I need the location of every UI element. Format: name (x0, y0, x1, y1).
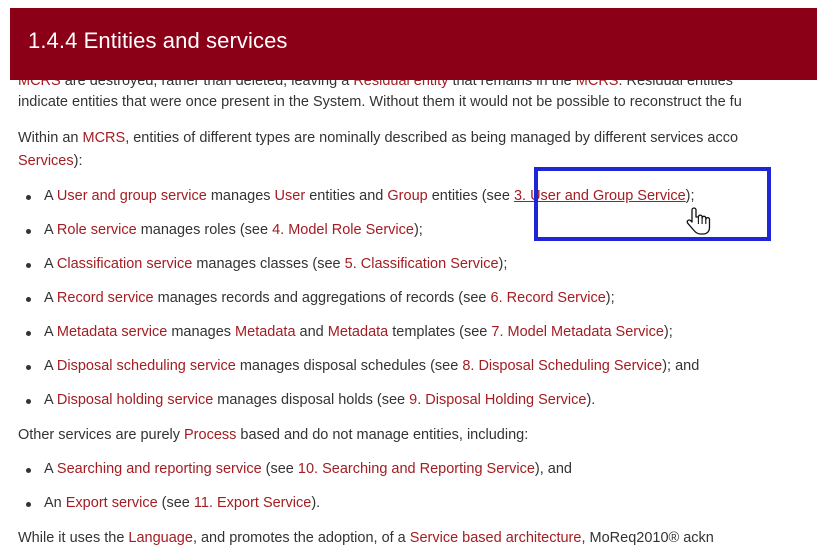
list-item: A Disposal holding service manages dispo… (25, 390, 596, 411)
text-run: (see (157, 495, 194, 511)
text-run: A (44, 324, 57, 340)
text-run: , MoReq2010® ackn (581, 530, 714, 546)
list-item: An Export service (see 11. Export Servic… (25, 493, 321, 514)
text-run: are destroyed, rather than deleted, leav… (60, 80, 354, 89)
text-link[interactable]: MCRS (18, 80, 61, 89)
text-run: Within an (18, 130, 83, 146)
list-item: A Disposal scheduling service manages di… (25, 356, 700, 377)
text-run: (see (261, 461, 298, 477)
text-run: ). (586, 392, 596, 408)
list-item: A Metadata service manages Metadata and … (26, 322, 673, 343)
list-item: A Record service manages records and agg… (26, 288, 615, 309)
paragraph-4: While it uses the Language, and promotes… (18, 528, 714, 546)
text-link[interactable]: Record service (57, 290, 154, 306)
hand-pointer-icon (686, 207, 711, 235)
paragraph-2-line-2: Services): (18, 151, 82, 172)
text-run: ); (663, 324, 673, 340)
text-run: that remains in the (448, 80, 576, 89)
text-link[interactable]: Metadata (328, 324, 388, 340)
text-run: manages (167, 324, 236, 340)
text-link[interactable]: Role service (57, 222, 137, 238)
text-run: entities and (305, 188, 388, 204)
text-link[interactable]: 11. Export Service (194, 495, 311, 511)
text-run: A (44, 290, 57, 306)
text-link[interactable]: Disposal holding service (57, 392, 213, 408)
text-link[interactable]: MCRS (576, 80, 619, 89)
text-run: An (44, 495, 66, 511)
paragraph-1-line-1: MCRS are destroyed, rather than deleted,… (18, 80, 733, 92)
text-run: ): (73, 153, 83, 169)
text-run: and (295, 324, 328, 340)
text-link[interactable]: MCRS (82, 130, 125, 146)
text-run: ); (498, 256, 508, 272)
text-link[interactable]: 8. Disposal Scheduling Service (462, 358, 662, 374)
list-item: A Classification service manages classes… (25, 254, 508, 275)
text-link[interactable]: Metadata (235, 324, 295, 340)
text-run: A (44, 461, 57, 477)
text-run: A (44, 188, 57, 204)
text-run: A (44, 256, 57, 272)
text-run: ), and (534, 461, 572, 477)
text-link[interactable]: Language (128, 530, 193, 546)
paragraph-2-line-1: Within an MCRS, entities of different ty… (18, 128, 738, 149)
text-link[interactable]: 5. Classification Service (345, 256, 499, 272)
text-link[interactable]: Services (18, 153, 74, 169)
text-run: ); (685, 188, 695, 204)
text-run: While it uses the (18, 530, 129, 546)
text-link[interactable]: 3. User and Group Service (514, 188, 686, 204)
text-run: ); (413, 222, 423, 238)
top-strip (0, 0, 817, 8)
paragraph-3: Other services are purely Process based … (18, 425, 528, 446)
paragraph-1-line-2: indicate entities that were once present… (18, 94, 742, 110)
text-run: based and do not manage entities, includ… (236, 427, 529, 443)
text-link[interactable]: 6. Record Service (491, 290, 606, 306)
text-link[interactable]: 9. Disposal Holding Service (409, 392, 586, 408)
text-run: manages (206, 188, 275, 204)
text-run: , entities of different types are nomina… (125, 130, 739, 146)
text-run: manages roles (see (136, 222, 273, 238)
list-item: A Role service manages roles (see 4. Mod… (26, 220, 423, 241)
text-run: manages disposal holds (see (213, 392, 410, 408)
text-run: entities (see (427, 188, 514, 204)
text-link[interactable]: User and group service (57, 188, 207, 204)
text-link[interactable]: Process (184, 427, 236, 443)
text-link[interactable]: Export service (66, 495, 158, 511)
section-header: 1.4.4 Entities and services (10, 8, 817, 80)
text-run: ); and (662, 358, 700, 374)
text-run: A (44, 358, 57, 374)
section-title: 1.4.4 Entities and services (28, 28, 288, 53)
list-item: A Searching and reporting service (see 1… (26, 459, 572, 480)
text-link[interactable]: 7. Model Metadata Service (491, 324, 663, 340)
text-link[interactable]: 10. Searching and Reporting Service (298, 461, 535, 477)
text-link[interactable]: Searching and reporting service (57, 461, 262, 477)
text-run: ); (605, 290, 615, 306)
text-run: manages records and aggregations of reco… (153, 290, 491, 306)
text-link[interactable]: Disposal scheduling service (57, 358, 236, 374)
text-link[interactable]: Classification service (57, 256, 192, 272)
text-link[interactable]: Group (387, 188, 427, 204)
text-link[interactable]: Residual entity (353, 80, 448, 89)
text-link[interactable]: 4. Model Role Service (272, 222, 414, 238)
text-run: manages classes (see (192, 256, 345, 272)
text-run: Other services are purely (18, 427, 185, 443)
text-run: A (44, 392, 57, 408)
list-item: A User and group service manages User en… (26, 186, 695, 207)
text-run: ). (311, 495, 321, 511)
text-run: A (44, 222, 57, 238)
text-link[interactable]: User (275, 188, 306, 204)
text-run: , and promotes the adoption, of a (192, 530, 410, 546)
text-link[interactable]: Service based architecture (410, 530, 582, 546)
text-run: . Residual entities (618, 80, 733, 89)
content-area: MCRS are destroyed, rather than deleted,… (18, 80, 817, 546)
text-run: templates (see (388, 324, 492, 340)
text-link[interactable]: Metadata service (57, 324, 167, 340)
text-run: manages disposal schedules (see (235, 358, 463, 374)
